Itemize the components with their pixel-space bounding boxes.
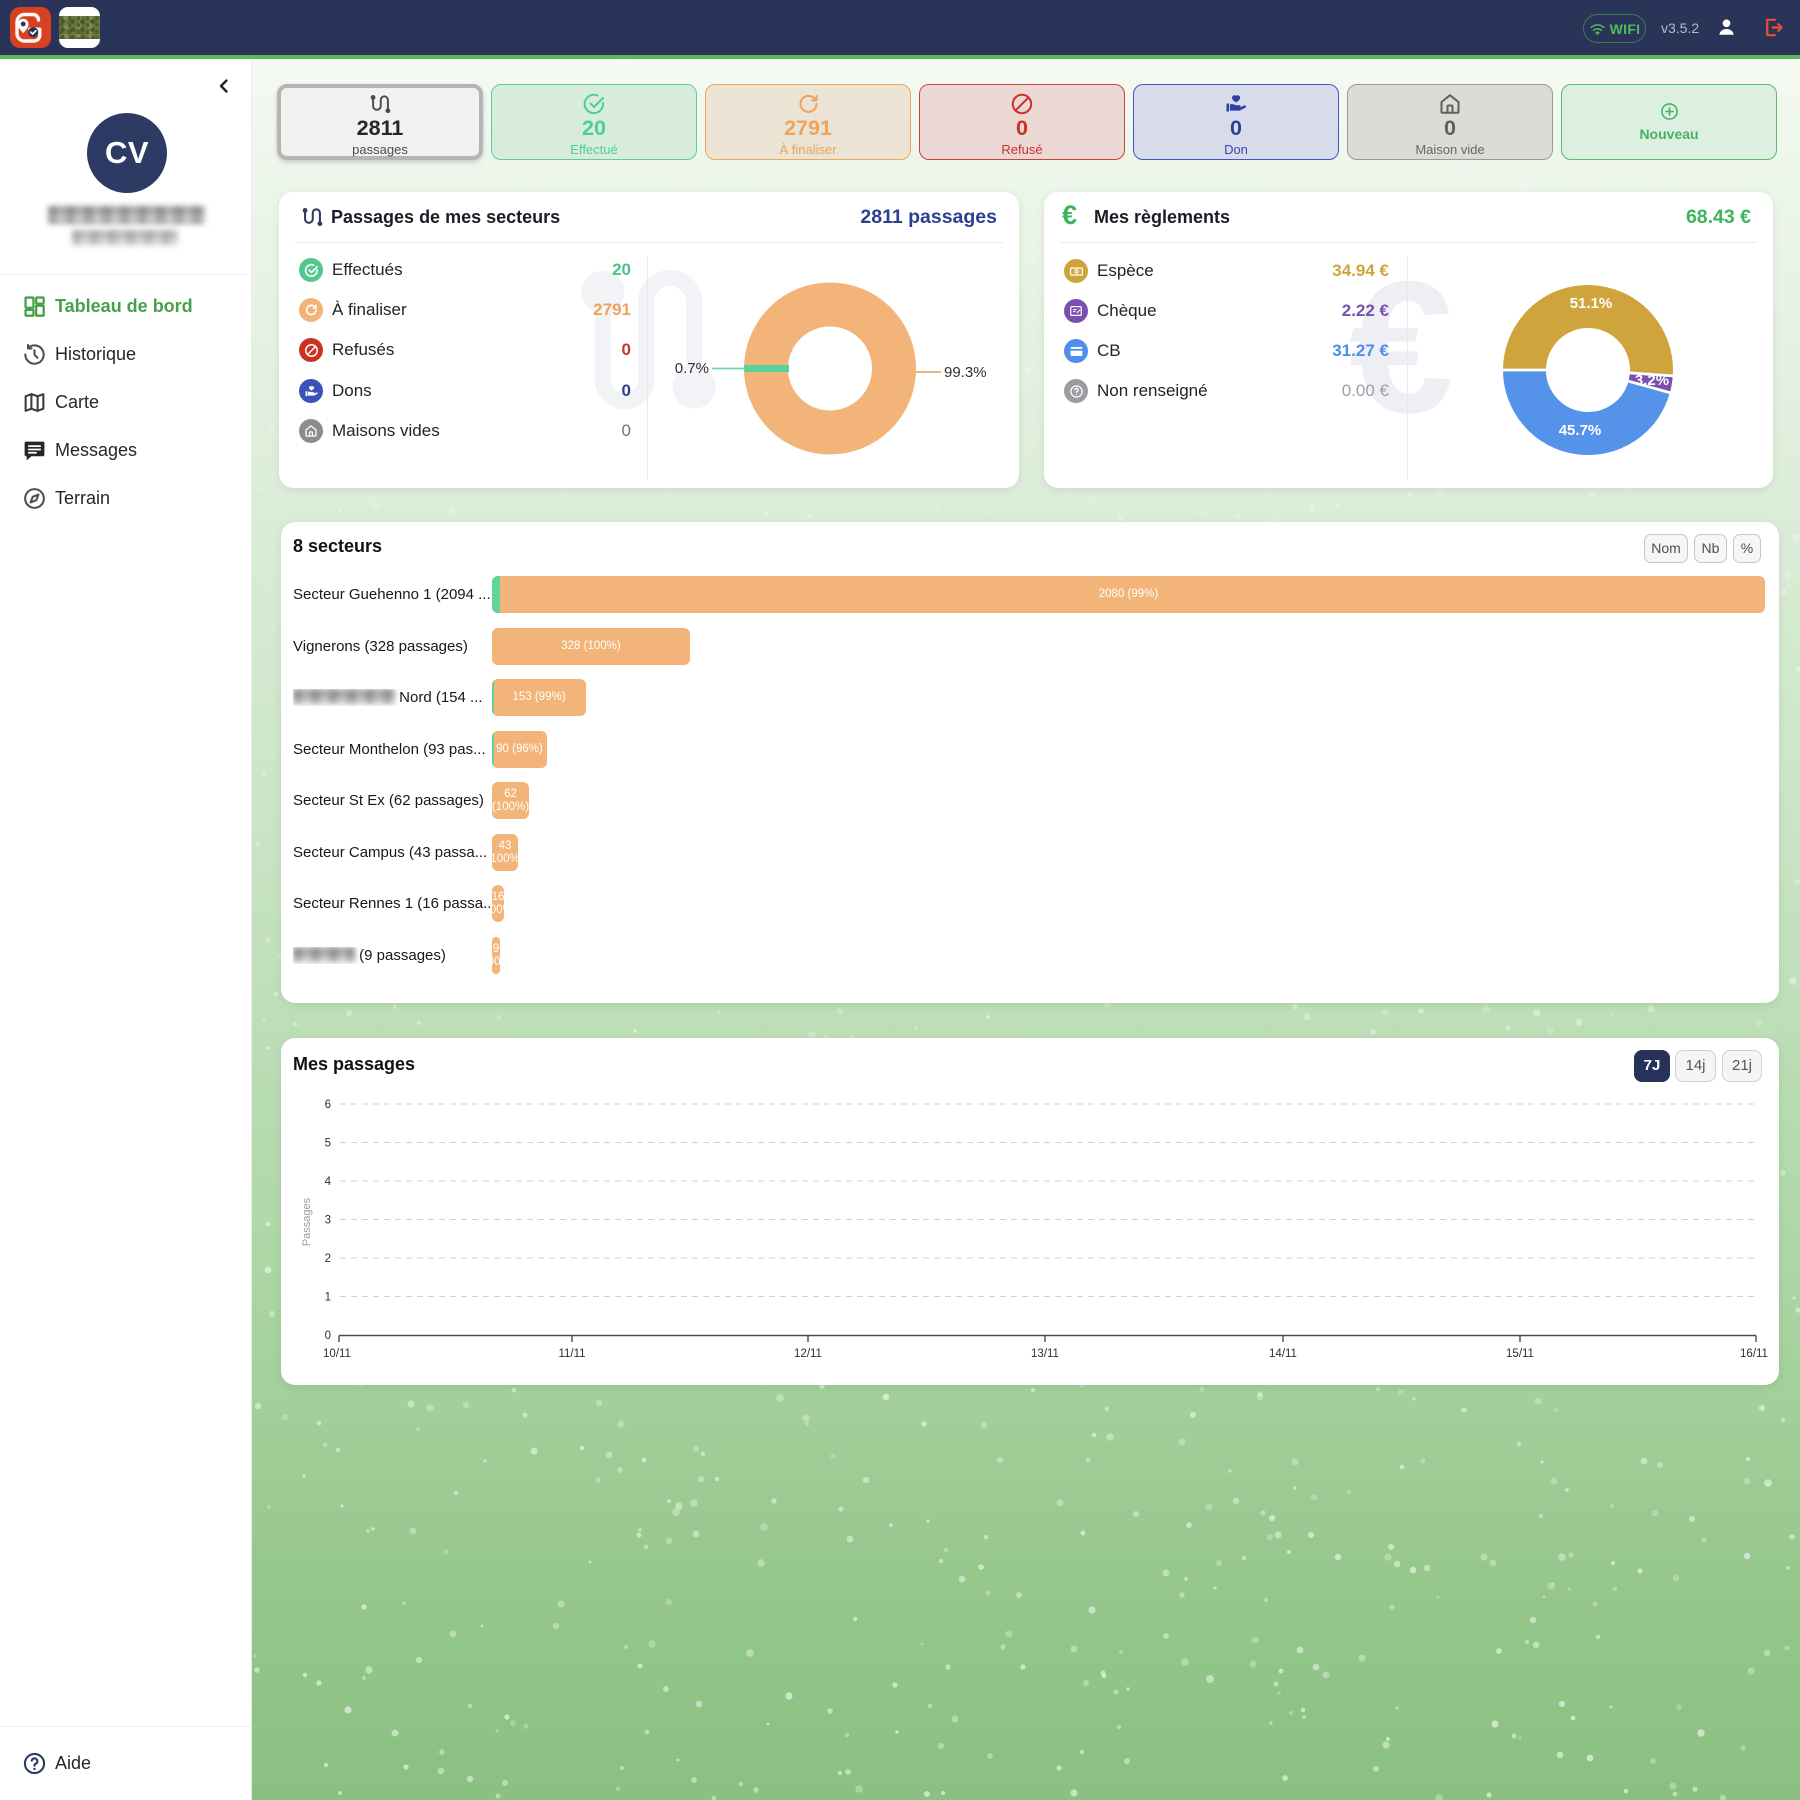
- svg-text:11/11: 11/11: [558, 1348, 585, 1360]
- svg-text:3.2%: 3.2%: [1635, 372, 1669, 389]
- svg-text:12/11: 12/11: [794, 1348, 822, 1360]
- svg-text:99.3%: 99.3%: [944, 364, 987, 381]
- svg-text:15/11: 15/11: [1506, 1348, 1534, 1360]
- svg-text:0: 0: [325, 1330, 331, 1342]
- svg-text:13/11: 13/11: [1031, 1348, 1059, 1360]
- svg-text:10/11: 10/11: [323, 1348, 351, 1360]
- svg-text:1: 1: [325, 1292, 331, 1304]
- svg-text:16/11: 16/11: [1740, 1348, 1768, 1360]
- svg-text:3: 3: [325, 1215, 331, 1227]
- svg-text:Passages: Passages: [301, 1197, 313, 1246]
- svg-text:45.7%: 45.7%: [1559, 422, 1602, 439]
- svg-text:4: 4: [325, 1176, 332, 1188]
- svg-text:2: 2: [325, 1253, 331, 1265]
- svg-text:5: 5: [325, 1138, 331, 1150]
- svg-text:14/11: 14/11: [1269, 1348, 1297, 1360]
- svg-text:0.7%: 0.7%: [675, 360, 709, 377]
- svg-text:51.1%: 51.1%: [1570, 295, 1613, 312]
- svg-text:6: 6: [325, 1099, 331, 1111]
